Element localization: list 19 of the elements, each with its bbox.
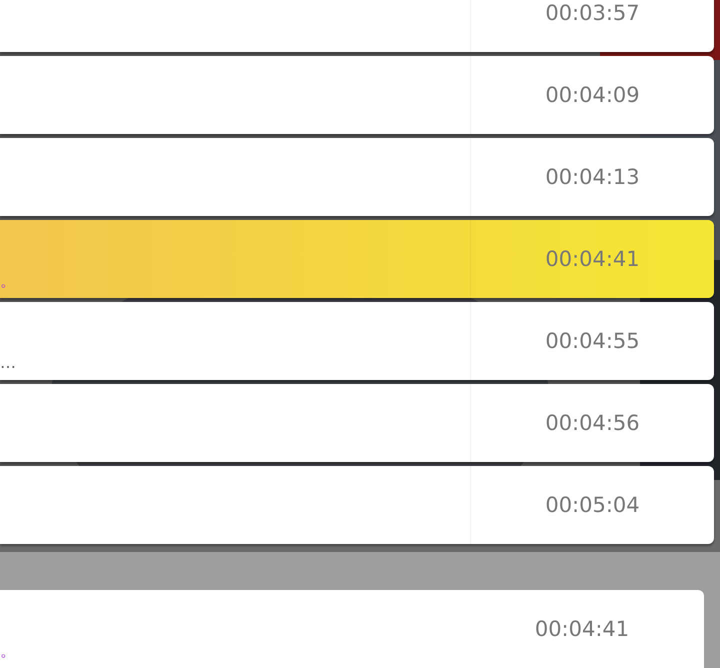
timestamp: 00:05:04 — [470, 466, 714, 544]
timestamp: 00:04:09 — [470, 56, 714, 134]
timestamp: 00:04:56 — [470, 384, 714, 462]
row-snippet: 。 — [0, 270, 16, 290]
timestamp: 00:04:13 — [470, 138, 714, 216]
timestamp: 00:03:57 — [470, 0, 714, 52]
timestamp: 00:04:55 — [470, 302, 714, 380]
row-snippet: … — [0, 352, 16, 372]
highlighted-row[interactable]: 。 00:04:41 — [0, 220, 714, 298]
list-row[interactable]: 00:04:56 — [0, 384, 714, 462]
row-snippet: 。 — [0, 640, 16, 660]
list-row[interactable]: … 00:04:55 — [0, 302, 714, 380]
list-row[interactable]: 。 00:04:41 — [0, 590, 704, 668]
list-row[interactable]: 00:05:04 — [0, 466, 714, 544]
timestamp: 00:04:41 — [534, 616, 630, 643]
list-row[interactable]: 00:04:09 — [0, 56, 714, 134]
list-row[interactable]: 00:03:57 — [0, 0, 714, 52]
timestamp: 00:04:41 — [470, 220, 714, 298]
list-row[interactable]: 00:04:13 — [0, 138, 714, 216]
